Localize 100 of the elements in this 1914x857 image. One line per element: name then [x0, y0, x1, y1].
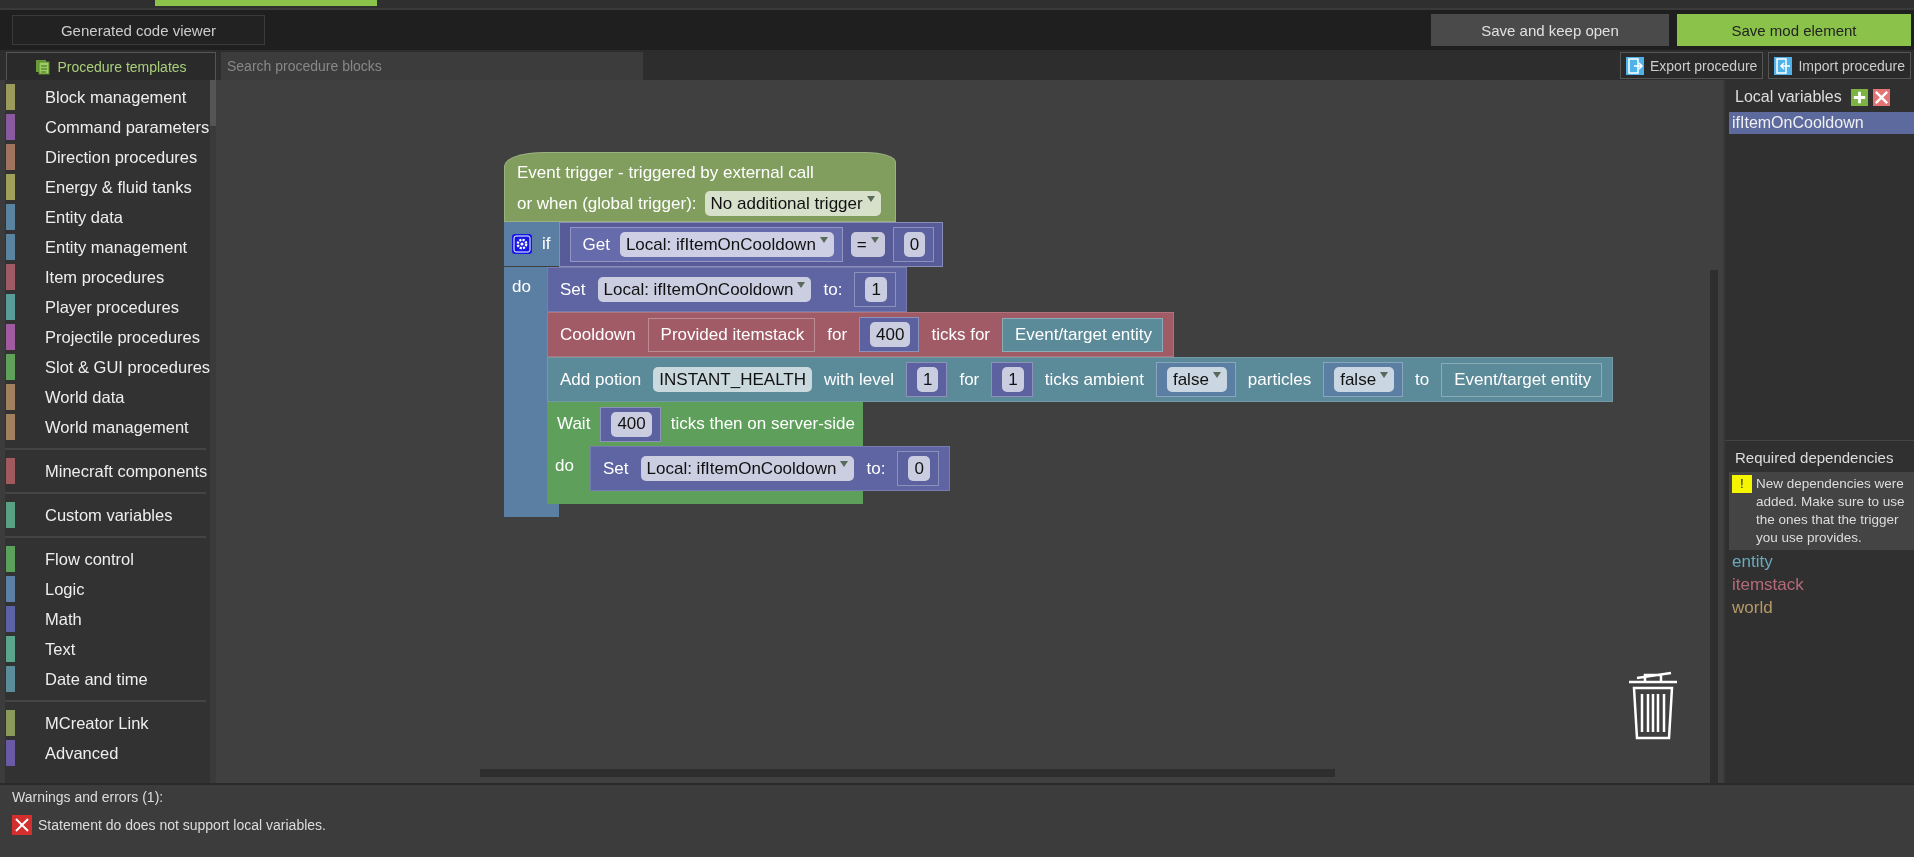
- dropdown-field[interactable]: false: [1334, 367, 1395, 392]
- input-field[interactable]: 1: [1002, 367, 1024, 392]
- caret-icon: [797, 281, 806, 288]
- block-label: if: [541, 234, 552, 254]
- block-header[interactable]: if: [504, 222, 559, 266]
- palette-category[interactable]: Entity data: [5, 202, 211, 232]
- scrollbar[interactable]: [210, 80, 216, 783]
- input-field[interactable]: 1: [865, 277, 887, 302]
- block-footer[interactable]: [504, 504, 559, 517]
- palette-category[interactable]: Block management: [5, 82, 211, 112]
- palette-category[interactable]: Projectile procedures: [5, 322, 211, 352]
- block-label: ticks for: [930, 324, 991, 345]
- block-label: Wait: [556, 414, 592, 434]
- block-label: or when (global trigger):: [516, 193, 698, 214]
- value-block[interactable]: false: [1155, 362, 1236, 397]
- save-button[interactable]: Save mod element: [1677, 14, 1911, 46]
- block-label: for: [958, 369, 981, 390]
- dependency-item: world: [1731, 597, 1774, 619]
- documents-icon: [35, 58, 52, 75]
- import-procedure-button[interactable]: Import procedure: [1768, 52, 1911, 79]
- value-block[interactable]: Get Local: ifItemOnCooldown: [569, 227, 843, 262]
- code-block[interactable]: Add potion INSTANT_HEALTH with level 1 for 1 ticks ambient false particles false to Event/target entity: [547, 357, 1614, 402]
- block-rail[interactable]: do: [504, 267, 547, 504]
- export-procedure-button[interactable]: Export procedure: [1620, 52, 1764, 79]
- value-block[interactable]: 400: [859, 317, 920, 352]
- import-icon: [1774, 56, 1793, 75]
- search-field[interactable]: Search procedure blocks: [221, 52, 643, 80]
- category-label: Math: [45, 609, 82, 629]
- palette-category[interactable]: Math: [5, 604, 211, 634]
- code-block[interactable]: Cooldown Provided itemstack for 400 ticks for Event/target entity: [547, 312, 1175, 357]
- block-footer[interactable]: [547, 491, 863, 504]
- code-block[interactable]: Set Local: ifItemOnCooldown to: 1: [547, 267, 907, 312]
- dropdown-field[interactable]: No additional trigger: [704, 191, 881, 216]
- block-label: Cooldown: [559, 324, 637, 345]
- code-viewer-button[interactable]: Generated code viewer: [12, 15, 265, 45]
- palette-category[interactable]: Command parameters: [5, 112, 211, 142]
- panel-title: Local variables: [1735, 88, 1842, 106]
- active-tab-indicator[interactable]: [155, 0, 377, 6]
- dropdown-field[interactable]: =: [850, 232, 885, 257]
- category-label: Command parameters: [45, 117, 210, 137]
- palette-category[interactable]: Slot & GUI procedures: [5, 352, 211, 382]
- palette-category[interactable]: Custom variables: [5, 500, 211, 530]
- value-block[interactable]: 0: [892, 227, 935, 262]
- input-field[interactable]: 400: [611, 411, 652, 437]
- palette-category[interactable]: World management: [5, 412, 211, 442]
- value-block[interactable]: 1: [991, 362, 1033, 397]
- value-block[interactable]: 1: [905, 362, 948, 397]
- palette-category[interactable]: MCreator Link: [5, 708, 211, 738]
- variable-item[interactable]: ifItemOnCooldown: [1729, 112, 1914, 134]
- warning-icon: !: [1732, 475, 1752, 493]
- block-label: do: [554, 456, 575, 475]
- palette-category[interactable]: Item procedures: [5, 262, 211, 292]
- value-block[interactable]: Get Local: ifItemOnCooldown = 0: [558, 222, 944, 267]
- palette-category[interactable]: Entity management: [5, 232, 211, 262]
- trash-icon[interactable]: [1627, 670, 1679, 740]
- error-message: Statement do does not support local variables.: [38, 817, 326, 833]
- dropdown-field[interactable]: false: [1166, 367, 1227, 392]
- value-block[interactable]: 400: [600, 406, 661, 442]
- dropdown-field[interactable]: Local: ifItemOnCooldown: [597, 277, 812, 302]
- palette-category[interactable]: Date and time: [5, 664, 211, 694]
- input-field[interactable]: 0: [908, 456, 930, 481]
- dependency-item: entity: [1731, 551, 1774, 573]
- value-block[interactable]: false: [1323, 362, 1404, 397]
- palette-category[interactable]: Player procedures: [5, 292, 211, 322]
- input-field[interactable]: INSTANT_HEALTH: [653, 367, 813, 392]
- save-and-keep-open-button[interactable]: Save and keep open: [1431, 14, 1669, 46]
- category-label: Advanced: [45, 743, 119, 763]
- procedure-templates-tab[interactable]: Procedure templates: [6, 52, 216, 80]
- palette-category[interactable]: Logic: [5, 574, 211, 604]
- palette-category[interactable]: Minecraft components: [5, 456, 211, 486]
- palette-category[interactable]: Text: [5, 634, 211, 664]
- value-block[interactable]: Event/target entity: [1441, 362, 1603, 397]
- remove-icon[interactable]: [1872, 88, 1890, 106]
- gear-icon[interactable]: [512, 234, 532, 254]
- block-label: Add potion: [559, 369, 643, 390]
- category-label: Date and time: [45, 669, 148, 689]
- palette-category[interactable]: Flow control: [5, 544, 211, 574]
- block-header[interactable]: Wait 400 ticks then on server-side: [547, 402, 863, 446]
- input-field[interactable]: 400: [870, 322, 911, 347]
- dropdown-field[interactable]: Local: ifItemOnCooldown: [640, 456, 855, 481]
- palette-category[interactable]: World data: [5, 382, 211, 412]
- dropdown-field[interactable]: Local: ifItemOnCooldown: [619, 232, 834, 257]
- value-block[interactable]: 1: [854, 272, 896, 307]
- value-block[interactable]: 0: [897, 451, 939, 486]
- value-block[interactable]: Provided itemstack: [647, 317, 816, 352]
- block-label: to: [1414, 369, 1431, 390]
- category-label: Slot & GUI procedures: [45, 357, 211, 377]
- value-block[interactable]: Event/target entity: [1002, 317, 1164, 352]
- block-label: Event trigger - triggered by external call: [516, 162, 815, 183]
- category-label: Logic: [45, 579, 85, 599]
- add-icon[interactable]: [1850, 88, 1868, 106]
- block-label: particles: [1246, 369, 1313, 390]
- palette-category[interactable]: Energy & fluid tanks: [5, 172, 211, 202]
- category-label: Text: [45, 639, 76, 659]
- input-field[interactable]: 0: [903, 232, 926, 257]
- palette-category[interactable]: Direction procedures: [5, 142, 211, 172]
- event-block[interactable]: Event trigger - triggered by external call or when (global trigger): No additional trigger: [504, 152, 896, 222]
- palette-category[interactable]: Advanced: [5, 738, 211, 768]
- code-block[interactable]: Set Local: ifItemOnCooldown to: 0: [590, 446, 950, 491]
- input-field[interactable]: 1: [916, 367, 939, 392]
